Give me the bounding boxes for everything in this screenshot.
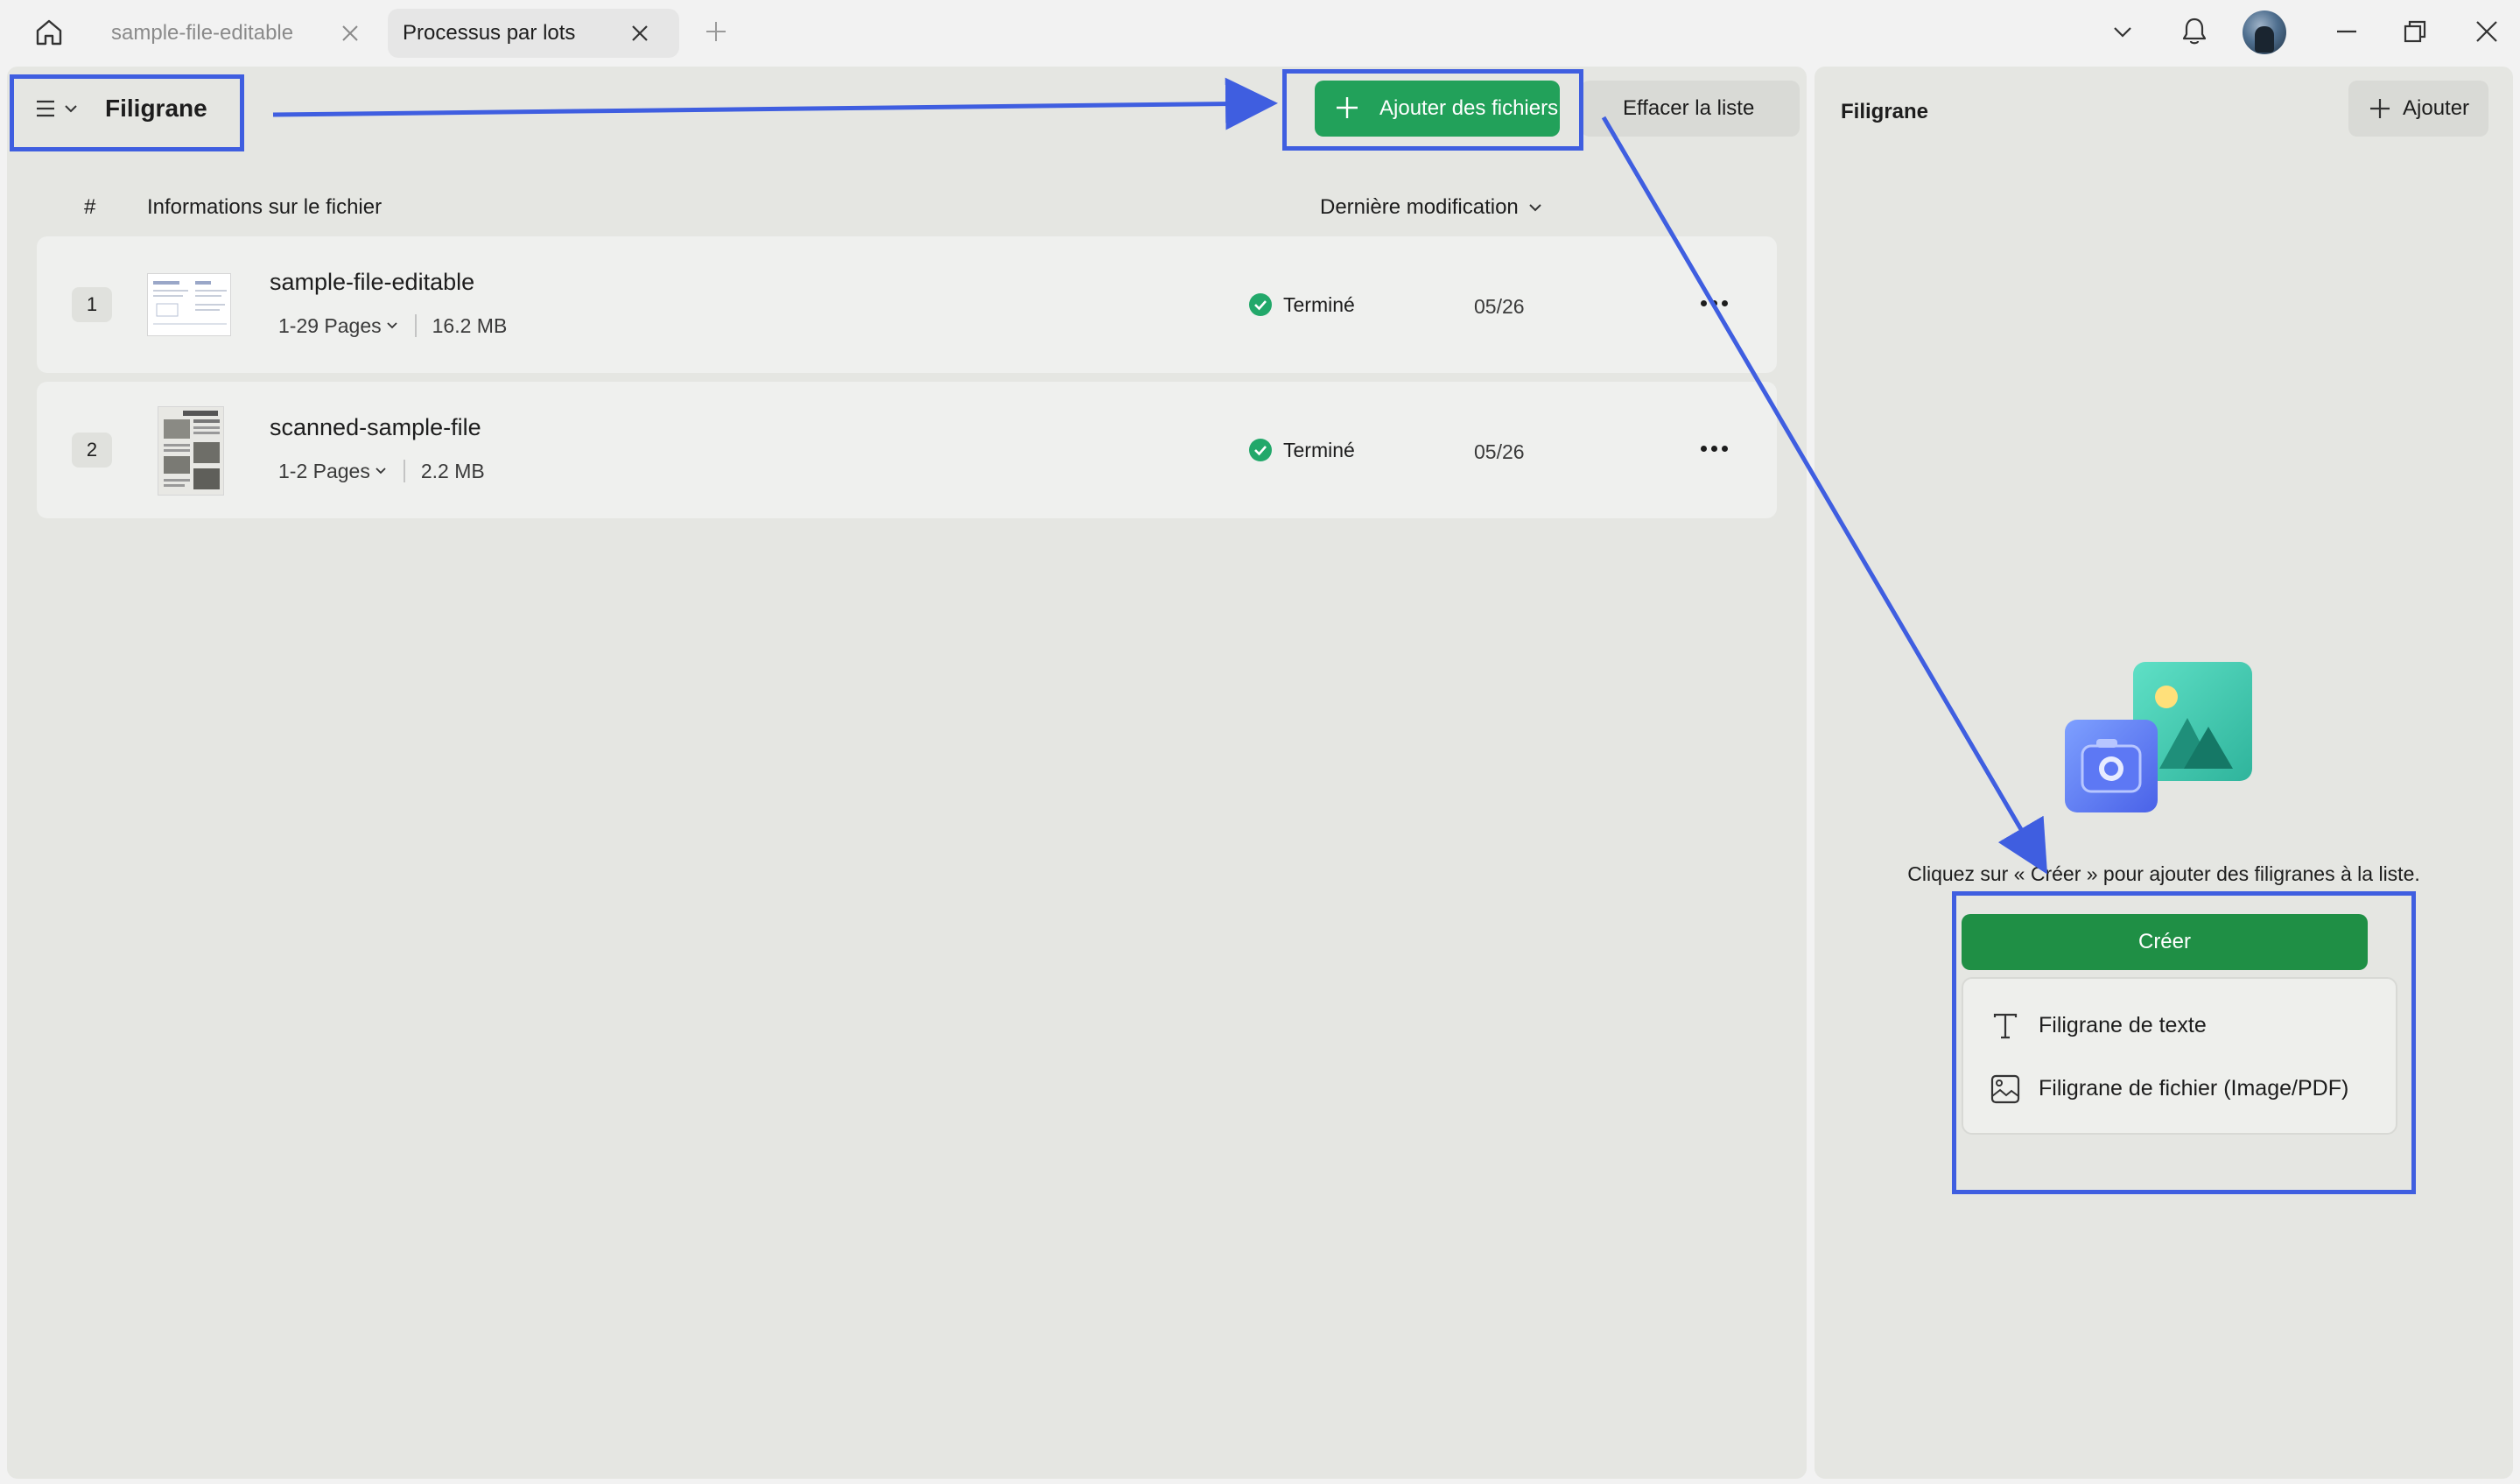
close-icon xyxy=(632,25,648,41)
add-watermark-label: Ajouter xyxy=(2403,96,2470,120)
watermark-illustration xyxy=(2065,662,2257,828)
clear-list-button[interactable]: Effacer la liste xyxy=(1581,81,1800,137)
file-name: sample-file-editable xyxy=(270,269,475,295)
highlight-box-add-files xyxy=(1282,69,1583,151)
more-icon xyxy=(1721,299,1728,306)
tab-sample-file-editable[interactable]: sample-file-editable xyxy=(96,9,376,58)
column-header-number: # xyxy=(84,195,96,219)
modified-date: 05/26 xyxy=(1474,440,1525,463)
tab-label: sample-file-editable xyxy=(111,21,294,45)
file-thumbnail xyxy=(158,406,224,496)
file-thumbnail xyxy=(147,273,231,336)
highlight-box-title xyxy=(10,74,244,151)
close-tab-button[interactable] xyxy=(334,18,366,49)
plus-icon xyxy=(706,22,726,41)
bell-icon xyxy=(2182,18,2207,45)
status-badge: Terminé xyxy=(1248,434,1355,466)
close-icon xyxy=(2476,21,2497,42)
home-button[interactable] xyxy=(26,12,72,53)
user-avatar[interactable] xyxy=(2243,11,2286,54)
row-index: 2 xyxy=(72,433,112,468)
plus-icon xyxy=(2370,99,2390,118)
title-bar: sample-file-editable Processus par lots xyxy=(0,0,2520,65)
restore-icon xyxy=(2404,20,2426,43)
batch-file-panel: Filigrane Ajouter des fichiers Effacer l… xyxy=(7,67,1807,1479)
divider xyxy=(414,314,417,337)
column-header-modified[interactable]: Dernière modification xyxy=(1320,186,1543,229)
status-badge: Terminé xyxy=(1248,289,1355,320)
file-size: 16.2 MB xyxy=(432,314,508,337)
close-tab-button[interactable] xyxy=(624,18,656,49)
chevron-down-icon xyxy=(387,322,397,329)
divider xyxy=(403,460,405,482)
restore-button[interactable] xyxy=(2393,11,2437,53)
close-window-button[interactable] xyxy=(2465,11,2509,53)
more-options-button[interactable] xyxy=(1693,287,1735,319)
more-icon xyxy=(1710,445,1717,452)
more-icon xyxy=(1700,445,1707,452)
page-range-select[interactable]: 1-2 Pages xyxy=(278,454,388,489)
close-icon xyxy=(342,25,358,41)
check-circle-icon xyxy=(1249,439,1272,461)
file-row[interactable]: 1 sample-file-editable 1-29 Pages 16.2 M… xyxy=(37,236,1777,373)
minimize-button[interactable] xyxy=(2325,11,2369,53)
watermark-panel: Filigrane Ajouter Cliquez sur « Créer » … xyxy=(1815,67,2513,1479)
new-tab-button[interactable] xyxy=(698,14,734,49)
page-range-select[interactable]: 1-29 Pages xyxy=(278,308,399,343)
tab-processus-par-lots[interactable]: Processus par lots xyxy=(388,9,679,58)
modified-date: 05/26 xyxy=(1474,295,1525,318)
add-watermark-button[interactable]: Ajouter xyxy=(2348,81,2488,137)
chevron-down-icon xyxy=(376,468,386,475)
status-label: Terminé xyxy=(1283,293,1355,316)
page-range-label: 1-29 Pages xyxy=(278,314,382,337)
notifications-button[interactable] xyxy=(2173,11,2216,53)
row-index: 1 xyxy=(72,287,112,322)
more-icon xyxy=(1721,445,1728,452)
chevron-down-icon xyxy=(1529,204,1541,212)
panel-title: Filigrane xyxy=(1841,100,1929,123)
tab-label: Processus par lots xyxy=(403,21,576,45)
tabs-dropdown-button[interactable] xyxy=(2101,11,2144,53)
minimize-icon xyxy=(2337,30,2356,33)
create-hint: Cliquez sur « Créer » pour ajouter des f… xyxy=(1907,862,2420,885)
page-range-label: 1-2 Pages xyxy=(278,460,370,482)
more-options-button[interactable] xyxy=(1693,433,1735,464)
file-name: scanned-sample-file xyxy=(270,414,481,440)
file-meta: 1-2 Pages 2.2 MB xyxy=(278,454,485,489)
column-header-info: Informations sur le fichier xyxy=(147,195,383,219)
file-size: 2.2 MB xyxy=(420,460,485,482)
more-icon xyxy=(1700,299,1707,306)
home-icon xyxy=(36,19,62,46)
column-header-modified-label: Dernière modification xyxy=(1320,195,1519,219)
status-label: Terminé xyxy=(1283,439,1355,461)
more-icon xyxy=(1710,299,1717,306)
check-circle-icon xyxy=(1249,293,1272,316)
highlight-box-create xyxy=(1952,891,2416,1194)
chevron-down-icon xyxy=(2114,27,2131,38)
file-meta: 1-29 Pages 16.2 MB xyxy=(278,308,507,343)
file-row[interactable]: 2 scanned-sample-file 1-2 Pages 2.2 MB T… xyxy=(37,382,1777,518)
